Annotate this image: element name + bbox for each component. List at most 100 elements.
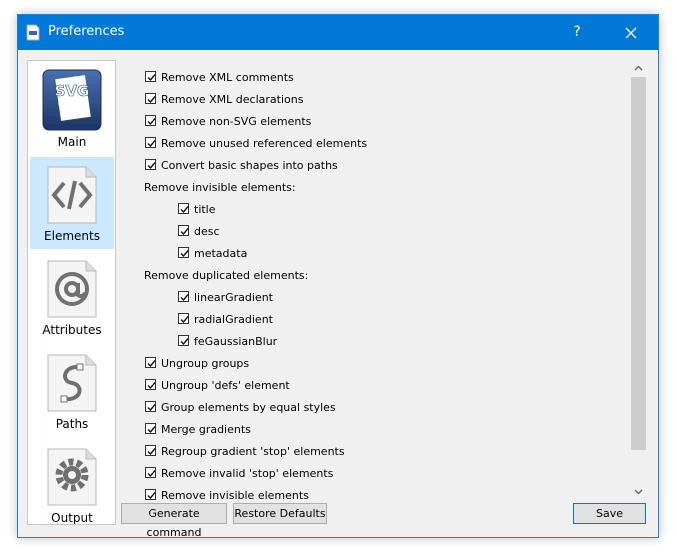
checkmark-icon xyxy=(147,426,156,434)
option-label: Group elements by equal styles xyxy=(161,401,336,414)
option-label: Remove invisible elements xyxy=(161,489,309,500)
option-row[interactable]: linearGradient xyxy=(126,288,626,308)
option-label: radialGradient xyxy=(194,313,273,326)
option-row[interactable]: Ungroup groups xyxy=(126,354,626,374)
sidebar-item-label: Paths xyxy=(55,417,89,431)
gear-document-icon xyxy=(47,448,97,506)
category-sidebar: SVG CLEANER Main Elements Attributes Pat… xyxy=(27,60,116,525)
sidebar-item-label: Elements xyxy=(44,229,100,243)
option-label: Merge gradients xyxy=(161,423,251,436)
checkbox[interactable] xyxy=(145,137,156,148)
checkbox[interactable] xyxy=(145,379,156,390)
checkmark-icon xyxy=(147,448,156,456)
option-row[interactable]: Remove non-SVG elements xyxy=(126,112,626,132)
checkbox[interactable] xyxy=(145,159,156,170)
option-label: Remove XML comments xyxy=(161,71,294,84)
checkbox[interactable] xyxy=(145,401,156,412)
close-button[interactable] xyxy=(615,15,647,50)
option-row[interactable]: Merge gradients xyxy=(126,420,626,440)
checkbox[interactable] xyxy=(178,247,189,258)
option-label: linearGradient xyxy=(194,291,273,304)
option-row[interactable]: Regroup gradient 'stop' elements xyxy=(126,442,626,462)
option-row[interactable]: Remove invalid 'stop' elements xyxy=(126,464,626,484)
checkbox[interactable] xyxy=(145,71,156,82)
close-icon xyxy=(625,27,637,39)
sidebar-item-main[interactable]: SVG CLEANER Main xyxy=(30,63,114,155)
checkmark-icon xyxy=(180,294,189,302)
checkbox[interactable] xyxy=(145,93,156,104)
scroll-down-button[interactable] xyxy=(630,483,647,500)
window-title: Preferences xyxy=(48,24,125,39)
checkmark-icon xyxy=(147,360,156,368)
sidebar-item-attributes[interactable]: Attributes xyxy=(30,251,114,343)
option-label: Remove invisible elements: xyxy=(144,181,296,194)
scroll-thumb[interactable] xyxy=(631,77,646,450)
sidebar-item-elements[interactable]: Elements xyxy=(30,157,114,249)
checkmark-icon xyxy=(180,228,189,236)
option-label: title xyxy=(194,203,216,216)
option-label: Ungroup 'defs' element xyxy=(161,379,290,392)
sidebar-item-output[interactable]: Output xyxy=(30,439,114,525)
option-label: Ungroup groups xyxy=(161,357,250,370)
option-label: Convert basic shapes into paths xyxy=(161,159,338,172)
checkbox[interactable] xyxy=(178,313,189,324)
title-bar[interactable]: Preferences ? xyxy=(18,15,658,50)
checkmark-icon xyxy=(147,140,156,148)
chevron-down-icon xyxy=(634,489,643,495)
option-row[interactable]: feGaussianBlur xyxy=(126,332,626,352)
option-row[interactable]: radialGradient xyxy=(126,310,626,330)
checkmark-icon xyxy=(180,206,189,214)
checkmark-icon xyxy=(147,470,156,478)
checkbox[interactable] xyxy=(145,489,156,500)
scroll-up-button[interactable] xyxy=(630,60,647,77)
option-label: Remove unused referenced elements xyxy=(161,137,368,150)
checkmark-icon xyxy=(180,338,189,346)
option-row[interactable]: Remove unused referenced elements xyxy=(126,134,626,154)
checkbox[interactable] xyxy=(145,467,156,478)
checkbox[interactable] xyxy=(178,291,189,302)
checkmark-icon xyxy=(180,250,189,258)
svg-text:SVG: SVG xyxy=(55,82,90,100)
help-button[interactable]: ? xyxy=(561,15,593,50)
vertical-scrollbar[interactable] xyxy=(630,60,647,500)
option-row[interactable]: Ungroup 'defs' element xyxy=(126,376,626,396)
option-label: desc xyxy=(194,225,220,238)
option-label: Regroup gradient 'stop' elements xyxy=(161,445,345,458)
option-label: Remove non-SVG elements xyxy=(161,115,312,128)
checkmark-icon xyxy=(147,492,156,500)
svg-text:CLEANER: CLEANER xyxy=(58,101,86,108)
sidebar-item-paths[interactable]: Paths xyxy=(30,345,114,437)
checkmark-icon xyxy=(147,74,156,82)
path-document-icon xyxy=(47,354,97,412)
option-label: feGaussianBlur xyxy=(194,335,278,348)
checkmark-icon xyxy=(147,162,156,170)
option-row[interactable]: Remove invisible elements xyxy=(126,486,626,500)
options-panel: Remove XML comments Remove XML declaratio… xyxy=(126,60,631,500)
option-label: Remove XML declarations xyxy=(161,93,304,106)
app-icon xyxy=(26,24,40,41)
option-row[interactable]: metadata xyxy=(126,244,626,264)
option-row[interactable]: Group elements by equal styles xyxy=(126,398,626,418)
checkbox[interactable] xyxy=(145,357,156,368)
option-row[interactable]: Remove XML comments xyxy=(126,68,626,88)
generate-command-button[interactable]: Generate command xyxy=(121,503,227,539)
checkmark-icon xyxy=(180,316,189,324)
sidebar-item-label: Output xyxy=(51,511,93,525)
option-row[interactable]: title xyxy=(126,200,626,220)
option-row[interactable]: Convert basic shapes into paths xyxy=(126,156,626,176)
checkmark-icon xyxy=(147,382,156,390)
checkbox[interactable] xyxy=(178,225,189,236)
checkmark-icon xyxy=(147,118,156,126)
save-button[interactable]: Save xyxy=(573,503,646,524)
option-row[interactable]: desc xyxy=(126,222,626,242)
option-row[interactable]: Remove XML declarations xyxy=(126,90,626,110)
checkbox[interactable] xyxy=(145,115,156,126)
checkbox[interactable] xyxy=(178,203,189,214)
checkmark-icon xyxy=(147,96,156,104)
checkbox[interactable] xyxy=(178,335,189,346)
group-label: Remove duplicated elements: xyxy=(126,266,626,286)
checkbox[interactable] xyxy=(145,423,156,434)
restore-defaults-button[interactable]: Restore Defaults xyxy=(233,503,327,524)
sidebar-item-label: Attributes xyxy=(42,323,102,337)
checkbox[interactable] xyxy=(145,445,156,456)
